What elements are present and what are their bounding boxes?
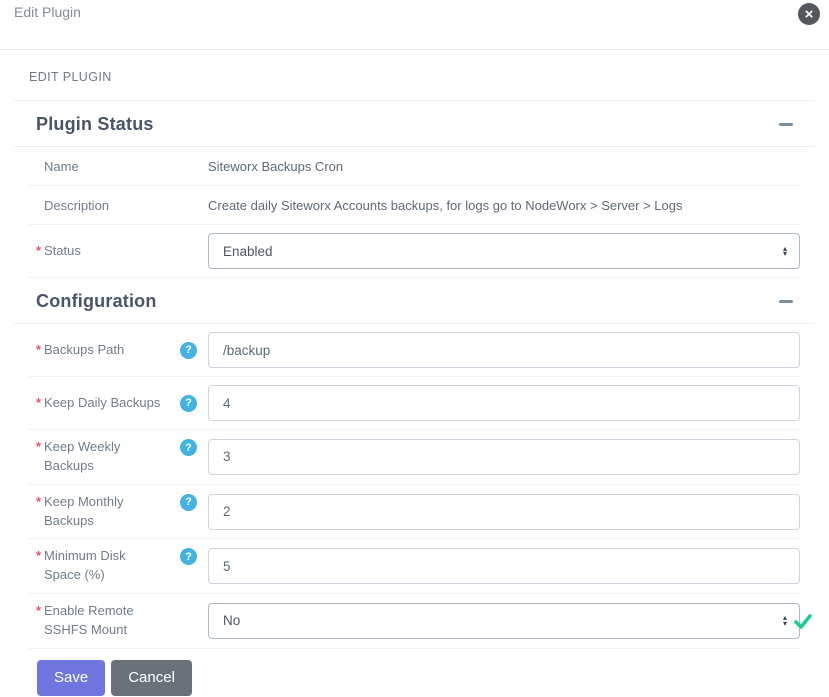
close-icon[interactable]: × [798,3,820,25]
configuration-section-header: Configuration [14,278,815,324]
name-row: Name Siteworx Backups Cron [29,147,800,186]
keep-monthly-backups-input[interactable] [208,493,800,530]
modal-body: EDIT PLUGIN Plugin Status Name Siteworx … [0,50,829,696]
valid-check-icon [794,614,812,629]
keep-daily-backups-row: * Keep Daily Backups ? [29,377,800,430]
save-button[interactable]: Save [37,659,106,696]
keep-monthly-backups-row: * Keep Monthly Backups ? [29,485,800,540]
required-asterisk: * [36,439,42,454]
help-icon[interactable]: ? [180,493,197,511]
description-value: Create daily Siteworx Accounts backups, … [208,197,683,213]
required-asterisk: * [36,548,42,564]
required-asterisk: * [36,394,42,410]
collapse-icon[interactable] [779,300,793,303]
status-selected-value: Enabled [223,243,273,259]
required-asterisk: * [36,603,42,619]
field-label: * Backups Path [36,341,124,360]
plugin-status-section-header: Plugin Status [14,101,815,147]
configuration-heading: Configuration [36,291,157,311]
help-icon[interactable]: ? [180,439,197,456]
name-label: Name [44,158,79,174]
field-label: * Keep Daily Backups [36,394,160,413]
minimum-disk-space-row: * Minimum Disk Space (%) ? [29,539,800,595]
plugin-status-heading: Plugin Status [36,114,154,134]
required-asterisk: * [36,493,42,509]
status-label: * Status [36,242,81,261]
sshfs-selected-value: No [223,613,241,629]
form-actions: Save Cancel [14,649,815,696]
field-label: * Keep Weekly Backups [36,439,121,473]
field-label: * Minimum Disk Space (%) [36,548,126,583]
status-row: * Status Enabled ▴ ▾ [29,225,800,278]
field-label: * Keep Monthly Backups [36,493,124,528]
collapse-icon[interactable] [779,123,793,126]
name-value: Siteworx Backups Cron [208,158,344,174]
modal-header: Edit Plugin × [0,0,829,50]
description-label: Description [44,197,110,213]
enable-remote-sshfs-select[interactable]: No ▴ ▾ [208,602,800,639]
cancel-button[interactable]: Cancel [111,659,192,696]
page-title: EDIT PLUGIN [14,50,815,101]
configuration-rows: *Backups Path ? *Keep Daily Backups ? *K… [14,324,815,649]
help-icon[interactable]: ? [180,341,197,359]
minimum-disk-space-input[interactable] [208,548,800,585]
plugin-status-rows: Name Siteworx Backups Cron Description C… [14,147,815,278]
field-label: * Enable Remote SSHFS Mount [36,603,134,637]
keep-weekly-backups-row: * Keep Weekly Backups ? [29,430,800,485]
keep-weekly-backups-input[interactable] [208,438,800,475]
status-select[interactable]: Enabled ▴ ▾ [208,233,800,269]
description-row: Description Create daily Siteworx Accoun… [29,186,800,225]
required-asterisk: * [36,341,42,357]
select-arrows-icon: ▴ ▾ [782,243,787,258]
keep-daily-backups-input[interactable] [208,385,800,421]
backups-path-input[interactable] [208,332,800,368]
help-icon[interactable]: ? [180,394,197,412]
required-asterisk: * [36,242,42,258]
enable-remote-sshfs-row: * Enable Remote SSHFS Mount No ▴ ▾ [29,594,812,649]
backups-path-row: * Backups Path ? [29,324,800,377]
modal-title: Edit Plugin [14,4,81,20]
select-arrows-icon: ▴ ▾ [782,613,787,628]
help-icon[interactable]: ? [180,548,197,566]
